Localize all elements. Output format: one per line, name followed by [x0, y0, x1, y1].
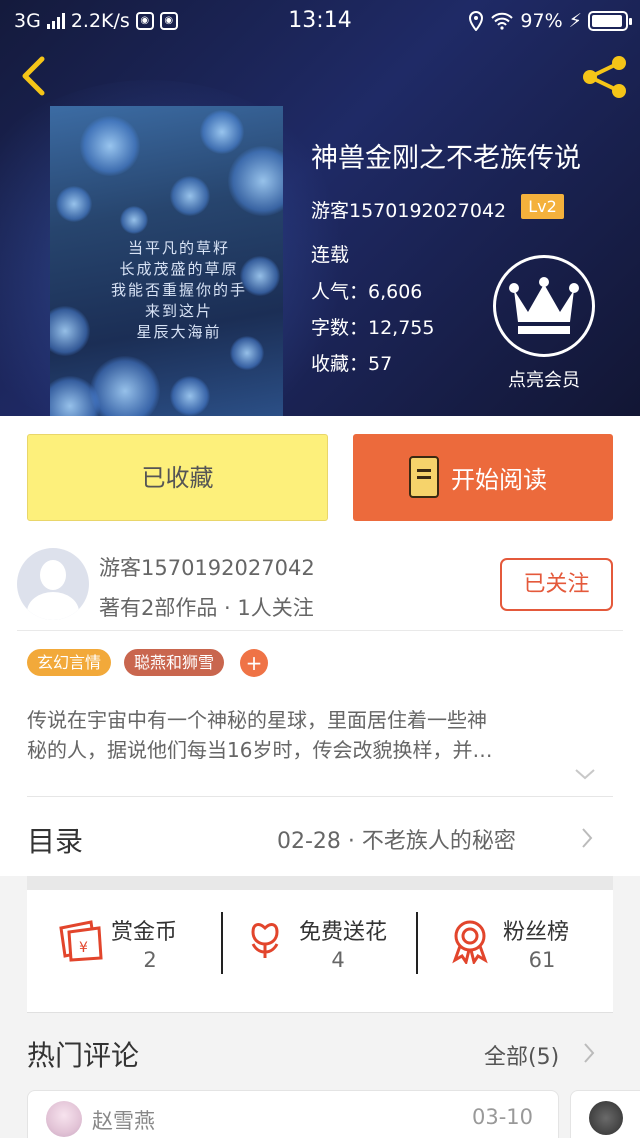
description-line: 传说在宇宙中有一个神秘的星球，里面居住着一些神: [27, 708, 487, 732]
chevron-right-icon[interactable]: [580, 826, 594, 850]
popularity-count: 人气：6,606: [311, 281, 423, 303]
favorited-button[interactable]: 已收藏: [27, 434, 328, 521]
comment-card-next[interactable]: [570, 1090, 640, 1138]
stats-bar: ¥ 赏金币 2 免费送花 4 粉丝榜 61: [27, 890, 613, 1012]
author-meta: 著有2部作品 · 1人关注: [99, 596, 314, 620]
word-count: 字数：12,755: [311, 317, 435, 339]
book-author[interactable]: 游客1570192027042: [311, 196, 506, 223]
stat-fans[interactable]: 粉丝榜 61: [447, 910, 637, 990]
svg-text:¥: ¥: [79, 940, 88, 956]
back-icon[interactable]: [16, 56, 50, 96]
book-detail-screen: 3G 2.2K/s ◉ ◉ 13:14 97% ⚡ 当平凡的草籽 长成茂盛的草原…: [0, 0, 640, 1138]
author-name[interactable]: 游客1570192027042: [99, 552, 315, 582]
book-header: 3G 2.2K/s ◉ ◉ 13:14 97% ⚡ 当平凡的草籽 长成茂盛的草原…: [0, 0, 640, 416]
tag-couple[interactable]: 聪燕和狮雪: [124, 649, 225, 676]
divider: [27, 796, 613, 797]
crown-icon: [509, 277, 579, 334]
stat-label: 粉丝榜: [503, 920, 570, 945]
share-icon[interactable]: [578, 54, 630, 100]
cover-poem-line: 星辰大海前: [136, 323, 222, 341]
author-avatar[interactable]: [17, 548, 89, 620]
cover-poem-line: 长成茂盛的草原: [119, 260, 239, 278]
cover-poem-line: 来到这片: [144, 302, 213, 320]
stat-label: 赏金币: [111, 920, 178, 945]
cover-poem-line: 我能否重握你的手: [110, 281, 247, 299]
stat-flowers[interactable]: 免费送花 4: [243, 910, 433, 990]
divider: [221, 912, 223, 974]
book-icon: [409, 456, 439, 498]
comment-date: 03-10: [472, 1105, 534, 1129]
vip-button[interactable]: [493, 255, 595, 357]
cover-poem-line: 当平凡的草籽: [127, 239, 230, 257]
serial-status: 连载: [311, 244, 350, 266]
wifi-icon: [491, 12, 514, 30]
divider: [17, 630, 623, 631]
stat-value: 4: [331, 948, 345, 972]
flower-icon: [251, 923, 279, 958]
comment-card[interactable]: 赵雪燕 03-10: [27, 1090, 559, 1138]
favorite-count: 收藏：57: [311, 353, 393, 375]
status-bar: 3G 2.2K/s ◉ ◉ 13:14 97% ⚡: [0, 0, 640, 44]
battery-icon: [588, 11, 632, 31]
start-reading-button[interactable]: 开始阅读: [353, 434, 613, 521]
toc-latest-chapter[interactable]: 02-28 · 不老族人的秘密: [277, 823, 516, 855]
stat-coins[interactable]: ¥ 赏金币 2: [55, 910, 245, 990]
section-separator: [27, 876, 613, 890]
follow-button[interactable]: 已关注: [500, 558, 613, 611]
red-envelope-icon: ¥: [59, 920, 103, 962]
commenter-avatar[interactable]: [46, 1101, 82, 1137]
chevron-down-icon[interactable]: [574, 766, 596, 782]
hot-comments-title: 热门评论: [27, 1039, 140, 1072]
add-tag-button[interactable]: +: [240, 649, 268, 677]
all-comments-link[interactable]: 全部(5): [484, 1039, 559, 1071]
divider: [416, 912, 418, 974]
stat-value: 2: [143, 948, 157, 972]
start-reading-label: 开始阅读: [451, 466, 547, 494]
divider: [27, 1012, 613, 1013]
charging-icon: ⚡: [568, 10, 582, 32]
toc-title[interactable]: 目录: [27, 820, 83, 860]
description-line: 秘的人，据说他们每当16岁时，传会改貌换样，并…: [27, 738, 493, 762]
location-icon: [469, 11, 484, 31]
level-badge: Lv2: [521, 194, 564, 219]
tag-genre[interactable]: 玄幻言情: [27, 649, 112, 676]
vip-label[interactable]: 点亮会员: [493, 366, 595, 392]
chevron-right-icon[interactable]: [582, 1041, 596, 1065]
battery-level: 97%: [520, 10, 563, 32]
book-title: 神兽金刚之不老族传说: [311, 143, 581, 174]
stat-label: 免费送花: [299, 920, 388, 945]
commenter-avatar[interactable]: [589, 1101, 623, 1135]
commenter-name: 赵雪燕: [92, 1109, 155, 1133]
book-cover[interactable]: 当平凡的草籽 长成茂盛的草原 我能否重握你的手 来到这片 星辰大海前: [50, 106, 283, 416]
cover-poem: 当平凡的草籽 长成茂盛的草原 我能否重握你的手 来到这片 星辰大海前: [94, 238, 264, 343]
stat-value: 61: [528, 948, 556, 972]
status-right: 97% ⚡: [468, 10, 632, 32]
book-description[interactable]: 传说在宇宙中有一个神秘的星球，里面居住着一些神 秘的人，据说他们每当16岁时，传…: [27, 705, 613, 765]
medal-icon: [452, 920, 488, 964]
